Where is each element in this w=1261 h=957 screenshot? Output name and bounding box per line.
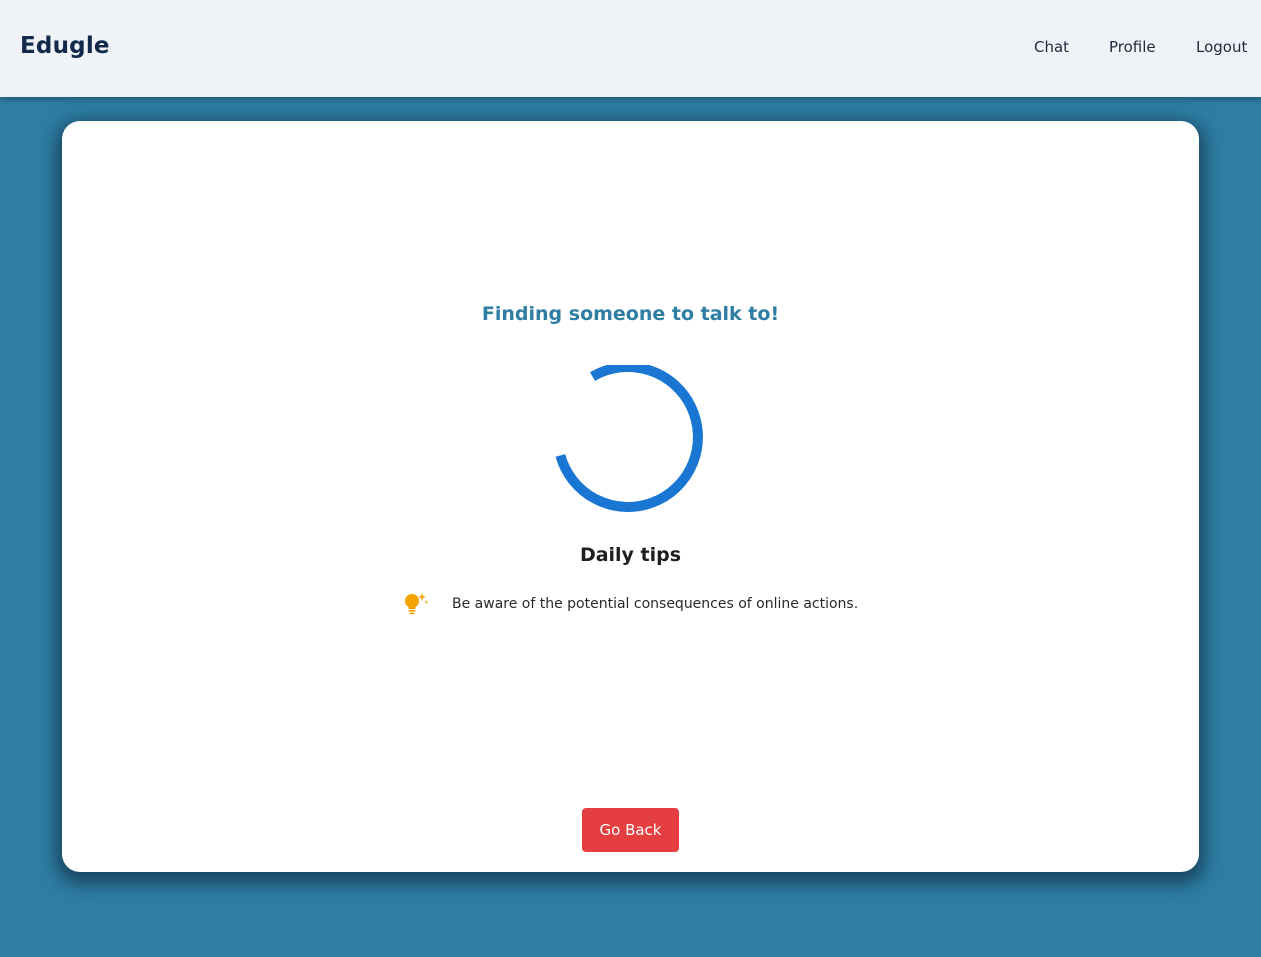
tip-text: Be aware of the potential consequences o… xyxy=(452,596,859,612)
matching-card: Finding someone to talk to! Daily tips B… xyxy=(62,121,1199,872)
nav-link-logout[interactable]: Logout xyxy=(1196,38,1247,56)
lightbulb-icon xyxy=(405,593,429,615)
go-back-button[interactable]: Go Back xyxy=(582,808,679,852)
navbar: Edugle Chat Profile Logout xyxy=(0,0,1261,97)
brand-logo[interactable]: Edugle xyxy=(20,33,110,59)
loading-spinner xyxy=(555,365,703,512)
nav-link-profile[interactable]: Profile xyxy=(1109,38,1156,56)
daily-tip: Be aware of the potential consequences o… xyxy=(402,591,858,617)
tips-title: Daily tips xyxy=(579,544,682,566)
nav-link-chat[interactable]: Chat xyxy=(1034,38,1069,56)
page-title: Finding someone to talk to! xyxy=(481,303,780,325)
